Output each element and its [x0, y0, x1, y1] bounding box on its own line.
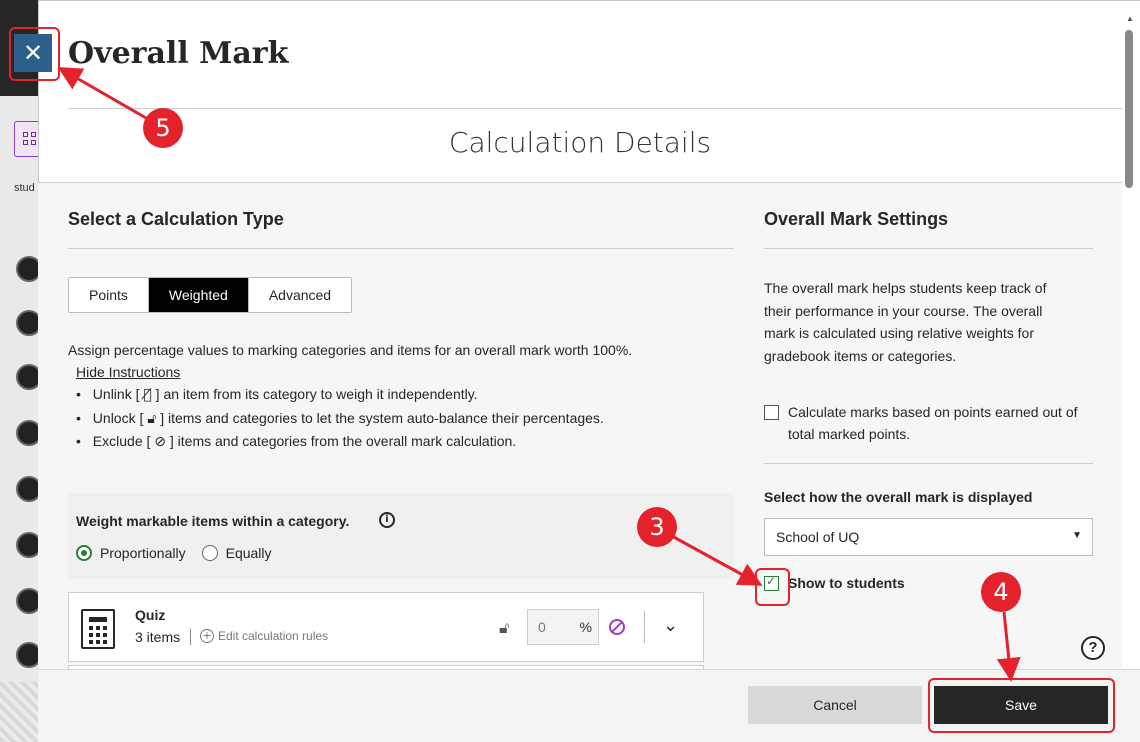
grid-view-icon [14, 121, 39, 157]
divider [68, 108, 1122, 109]
section-heading: Calculation Details [448, 126, 712, 159]
scrollbar-thumb[interactable] [1125, 30, 1133, 188]
list-item: Exclude [ ⊘ ] items and categories from … [76, 430, 604, 454]
calculation-type-toggle: Points Weighted Advanced [68, 277, 353, 313]
settings-heading: Overall Mark Settings [764, 209, 949, 229]
chevron-down-icon[interactable]: ⌄ [663, 615, 678, 636]
annotation-badge-3: 3 [637, 507, 677, 547]
avatar [16, 364, 39, 390]
weighted-option[interactable]: Weighted [147, 278, 248, 312]
unlock-icon: 🔓︎ [147, 410, 157, 427]
save-button[interactable]: Save [934, 686, 1108, 724]
avatar [16, 476, 39, 502]
info-icon[interactable]: i [379, 512, 395, 528]
calculation-type-heading: Select a Calculation Type [68, 209, 284, 229]
avatar [16, 532, 39, 558]
scrollbar[interactable]: ▲ [1124, 14, 1134, 668]
instructions-text: Assign percentage values to marking cate… [68, 342, 633, 358]
display-select-label: Select how the overall mark is displayed [764, 489, 1033, 505]
page-title: Overall Mark [68, 36, 289, 71]
points-checkbox[interactable] [764, 405, 779, 420]
cancel-button[interactable]: Cancel [748, 686, 922, 724]
background-app: stud [0, 0, 40, 742]
scroll-up-icon[interactable]: ▲ [1126, 14, 1134, 23]
points-option[interactable]: Points [69, 278, 148, 312]
display-select[interactable]: School of UQ ▼ [764, 518, 1093, 556]
show-to-students-row[interactable]: Show to students [764, 574, 905, 591]
exclude-icon[interactable] [609, 619, 625, 635]
list-item: Unlink [ ⛓̸ ] an item from its category … [76, 383, 604, 407]
plus-circle-icon: + [200, 629, 214, 643]
instructions-list: Unlink [ ⛓̸ ] an item from its category … [76, 383, 604, 454]
show-to-students-checkbox[interactable] [764, 574, 779, 591]
advanced-option[interactable]: Advanced [247, 278, 352, 312]
divider [644, 611, 645, 643]
category-name: Quiz [135, 607, 166, 623]
points-checkbox-row[interactable]: Calculate marks based on points earned o… [764, 401, 1099, 445]
panel-footer: Cancel Save [38, 669, 1140, 742]
close-button[interactable]: ✕ [14, 34, 52, 72]
avatar [16, 588, 39, 614]
category-card-quiz: Quiz 3 items + Edit calculation rules 🔓︎… [68, 592, 704, 662]
proportionally-label[interactable]: Proportionally [100, 545, 186, 561]
avatar [16, 310, 39, 336]
annotation-badge-4: 4 [981, 572, 1021, 612]
exclude-icon: ⊘ [154, 434, 167, 450]
weighting-radio-group: Proportionally Equally [76, 545, 288, 561]
avatar [16, 256, 39, 282]
background-column-label: stud [14, 182, 35, 194]
divider [764, 463, 1093, 464]
category-item-count: 3 items [135, 629, 181, 645]
calculation-details-content: Select a Calculation Type Points Weighte… [38, 183, 1122, 675]
equally-radio[interactable] [201, 545, 218, 561]
avatar [16, 642, 39, 668]
show-to-students-label[interactable]: Show to students [788, 575, 905, 591]
settings-description: The overall mark helps students keep tra… [764, 280, 1047, 364]
equally-label[interactable]: Equally [226, 545, 272, 561]
list-item: Unlock [ 🔓︎ ] items and categories to le… [76, 407, 604, 431]
weighting-title: Weight markable items within a category. [76, 513, 350, 529]
divider [190, 629, 191, 645]
annotation-badge-5: 5 [143, 108, 183, 148]
unlock-icon[interactable]: 🔓︎ [499, 618, 509, 638]
weighting-options-box: Weight markable items within a category.… [68, 493, 734, 579]
edit-calculation-rules-button[interactable]: + Edit calculation rules [200, 629, 328, 643]
calculator-icon [81, 609, 115, 649]
unlink-icon: ⛓̸ [143, 387, 152, 403]
divider [764, 248, 1093, 249]
background-footer [0, 682, 39, 742]
divider [68, 248, 734, 249]
avatar [16, 420, 39, 446]
points-checkbox-label[interactable]: Calculate marks based on points earned o… [788, 401, 1099, 445]
category-percent-input[interactable]: 0 % [527, 609, 599, 645]
close-icon: ✕ [22, 39, 44, 67]
caret-down-icon: ▼ [1072, 530, 1082, 541]
hide-instructions-link[interactable]: Hide Instructions [76, 361, 180, 383]
proportionally-radio[interactable] [76, 545, 92, 561]
help-icon[interactable]: ? [1081, 636, 1105, 660]
